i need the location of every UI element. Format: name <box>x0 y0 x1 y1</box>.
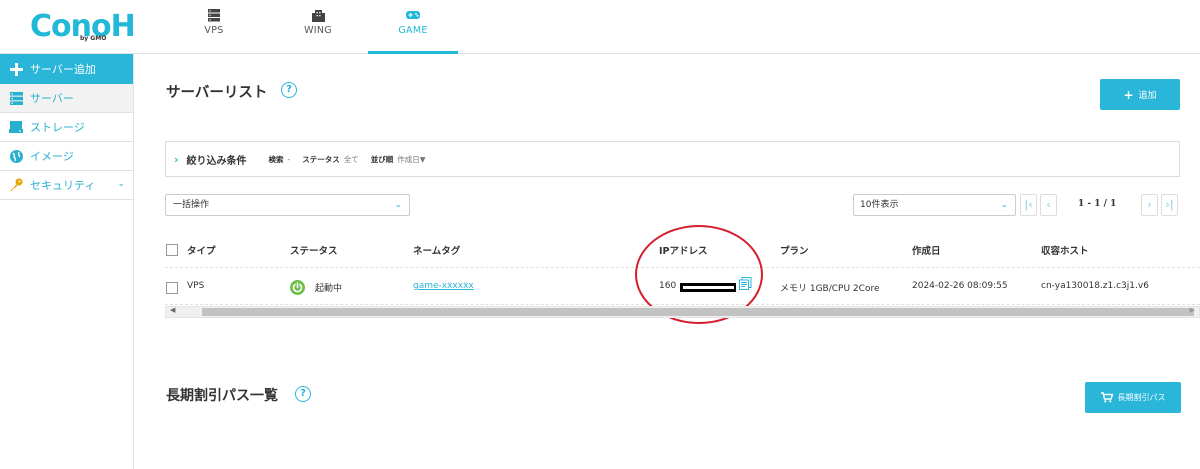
topnav-vps[interactable]: VPS <box>169 0 259 54</box>
building-icon <box>311 8 325 22</box>
filter-status-key: ステータス <box>302 154 340 164</box>
row-checkbox[interactable] <box>166 282 178 294</box>
cell-host: cn-ya130018.z1.c3j1.v6 <box>1041 281 1149 291</box>
per-page-value: 10件表示 <box>860 200 899 210</box>
help-icon[interactable]: ? <box>281 82 297 98</box>
gamepad-icon <box>406 8 420 22</box>
help-icon[interactable]: ? <box>295 386 311 402</box>
scrollbar-thumb[interactable] <box>202 308 1194 316</box>
cell-created: 2024-02-26 08:09:55 <box>912 281 1008 291</box>
filter-title: 絞り込み条件 <box>186 155 247 167</box>
cart-icon <box>1100 392 1113 403</box>
sidebar-item-label: サーバー <box>30 92 74 105</box>
filter-bar[interactable]: › 絞り込み条件 検索 - ステータス 全て 並び順 作成日▼ <box>165 141 1180 177</box>
sidebar-item-label: ストレージ <box>30 121 85 134</box>
filter-status-value: 全て <box>343 154 359 164</box>
sidebar-item-add-server[interactable]: サーバー追加 <box>0 54 133 84</box>
topnav-label: GAME <box>398 25 428 36</box>
next-page-button[interactable]: › <box>1141 194 1158 216</box>
sidebar-item-label: サーバー追加 <box>30 63 96 76</box>
scroll-right-icon[interactable]: ▶ <box>1190 306 1195 314</box>
per-page-select[interactable]: 10件表示 ⌄ <box>853 194 1016 216</box>
column-header-type[interactable]: タイプ <box>187 243 216 257</box>
bulk-action-value: 一括操作 <box>173 200 210 210</box>
power-on-icon <box>290 280 305 295</box>
server-name-link[interactable]: game-xxxxxx <box>413 281 474 291</box>
top-bar: ConoHa by GMO VPS WING GAME <box>0 0 1200 54</box>
logo-sub: by GMO <box>80 35 107 42</box>
column-header-plan[interactable]: プラン <box>780 243 809 257</box>
column-header-name-tag[interactable]: ネームタグ <box>413 243 460 257</box>
sidebar-item-server[interactable]: サーバー <box>0 84 133 113</box>
cell-type: VPS <box>187 281 205 291</box>
prev-page-button[interactable]: ‹ <box>1040 194 1057 216</box>
sidebar: サーバー追加 サーバー ストレージ イメージ セキュリティ ⌄ <box>0 54 134 469</box>
cell-plan: メモリ 1GB/CPU 2Core <box>780 284 880 294</box>
main-content: サーバーリスト ? + 追加 › 絞り込み条件 検索 - ステータス 全て 並び… <box>135 54 1200 469</box>
pagination-text: 1 - 1 / 1 <box>1078 199 1117 209</box>
cell-status: 起動中 <box>315 284 343 294</box>
topnav-label: VPS <box>204 25 224 36</box>
topnav-label: WING <box>304 25 332 36</box>
key-icon <box>8 177 24 193</box>
long-term-pass-label: 長期割引パス <box>1117 393 1166 402</box>
chevron-down-icon: ⌄ <box>117 179 125 189</box>
scroll-left-icon[interactable]: ◀ <box>170 306 175 314</box>
add-button-label: 追加 <box>1138 91 1157 101</box>
long-term-pass-button[interactable]: 長期割引パス <box>1085 382 1181 413</box>
filter-sort-key: 並び順 <box>370 154 394 164</box>
sidebar-item-storage[interactable]: ストレージ <box>0 113 133 142</box>
storage-icon <box>8 119 24 135</box>
server-icon <box>8 90 24 106</box>
column-header-status[interactable]: ステータス <box>290 243 338 257</box>
column-header-host[interactable]: 収容ホスト <box>1041 243 1089 257</box>
chevron-down-icon: ⌄ <box>1000 200 1008 210</box>
first-page-button[interactable]: |‹ <box>1020 194 1037 216</box>
page-title: サーバーリスト <box>166 85 268 101</box>
column-header-created[interactable]: 作成日 <box>912 243 941 257</box>
select-all-checkbox[interactable] <box>166 244 178 256</box>
globe-icon <box>8 148 24 164</box>
topnav-wing[interactable]: WING <box>273 0 363 54</box>
add-server-button[interactable]: + 追加 <box>1100 79 1180 110</box>
last-page-button[interactable]: ›| <box>1161 194 1178 216</box>
filter-search-value: - <box>287 154 291 164</box>
sidebar-item-security[interactable]: セキュリティ ⌄ <box>0 171 133 200</box>
plus-icon: + <box>1123 87 1134 102</box>
plus-icon <box>8 61 24 77</box>
sidebar-item-label: イメージ <box>30 150 74 163</box>
sidebar-item-label: セキュリティ <box>30 179 96 192</box>
horizontal-scrollbar[interactable]: ◀ ▶ <box>165 306 1200 318</box>
chevron-right-icon: › <box>174 152 179 166</box>
sidebar-item-image[interactable]: イメージ <box>0 142 133 171</box>
conoha-logo[interactable]: ConoHa by GMO <box>30 8 155 46</box>
filter-search-key: 検索 <box>268 154 284 164</box>
filter-sort-value: 作成日▼ <box>397 154 426 164</box>
section-title-long-term: 長期割引パス一覧 <box>166 388 278 404</box>
server-icon <box>207 8 221 22</box>
chevron-down-icon: ⌄ <box>394 200 402 210</box>
topnav-game[interactable]: GAME <box>368 0 458 54</box>
bulk-action-select[interactable]: 一括操作 ⌄ <box>165 194 410 216</box>
